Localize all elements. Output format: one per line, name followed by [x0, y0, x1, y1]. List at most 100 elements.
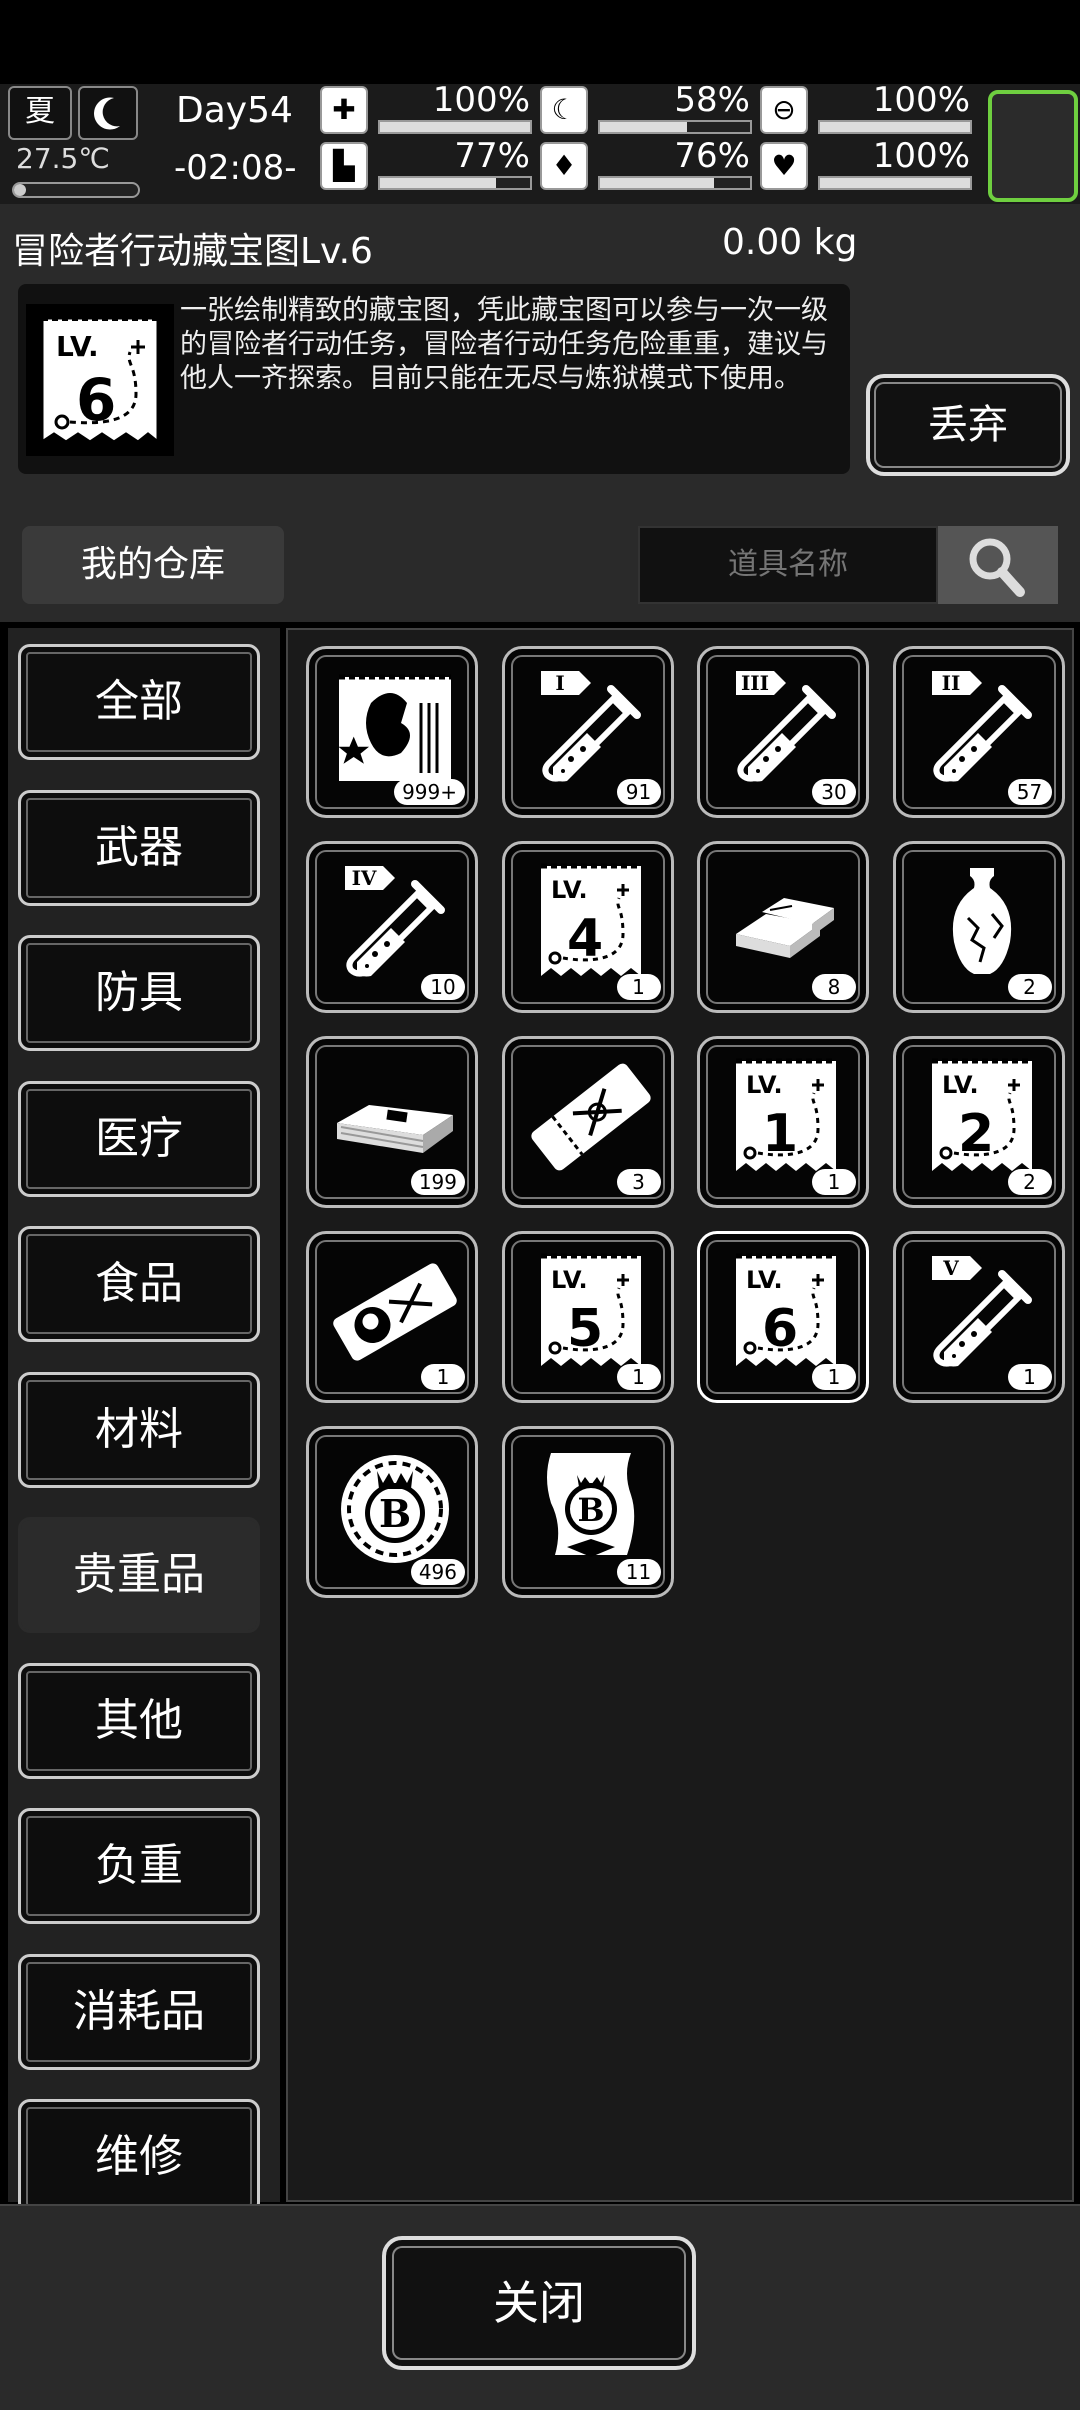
item-count-badge: 30 [812, 779, 856, 805]
item-slot[interactable]: 1 [306, 1231, 478, 1403]
item-name: 冒险者行动藏宝图Lv.6 [12, 231, 373, 272]
stat-value: 100% [432, 80, 530, 120]
category-tab[interactable]: 医疗 [18, 1080, 260, 1197]
boot-icon: ▙ [320, 142, 368, 190]
svg-text:V: V [942, 1256, 959, 1280]
svg-text:LV.: LV. [942, 1071, 979, 1099]
category-tab[interactable]: 维修 [18, 2099, 260, 2215]
item-slot[interactable]: 199 [306, 1036, 478, 1208]
category-sidebar: 全部武器防具医疗食品材料贵重品其他负重消耗品维修 [8, 628, 280, 2215]
svg-text:B: B [577, 1491, 604, 1529]
category-tab[interactable]: 负重 [18, 1808, 260, 1924]
item-slot[interactable]: LV. 4 1 [501, 841, 674, 1013]
item-slot[interactable]: II 57 [892, 646, 1065, 818]
item-slot[interactable]: IV 10 [306, 841, 478, 1013]
item-count-badge: 1 [421, 1364, 465, 1390]
svg-text:LV.: LV. [746, 1071, 783, 1099]
equipped-slot[interactable] [988, 90, 1078, 202]
category-tab[interactable]: 食品 [18, 1226, 260, 1342]
item-description: 一张绘制精致的藏宝图，凭此藏宝图可以参与一次一级的冒险者行动任务，冒险者行动任务… [180, 295, 828, 394]
item-count-badge: 1 [616, 1364, 661, 1390]
item-count-badge: 3 [616, 1169, 661, 1195]
item-count-badge: 10 [421, 974, 465, 1000]
season-indicator: 夏 [8, 86, 72, 140]
item-slot[interactable]: 2 [892, 841, 1065, 1013]
svg-text:B: B [379, 1491, 411, 1536]
svg-text:III: III [741, 671, 769, 695]
item-count-badge: 1 [616, 974, 661, 1000]
item-slot[interactable]: LV. 1 1 [697, 1036, 869, 1208]
discard-button[interactable]: 丢弃 [866, 374, 1070, 476]
item-count-badge: 496 [410, 1559, 465, 1585]
category-tab[interactable]: 全部 [18, 644, 260, 760]
my-warehouse-tab[interactable]: 我的仓库 [22, 526, 284, 604]
item-count-badge: 2 [1007, 1169, 1052, 1195]
search-input[interactable] [638, 526, 938, 604]
item-count-badge: 1 [812, 1169, 856, 1195]
item-slot[interactable]: B 496 [306, 1426, 478, 1598]
item-count-badge: 199 [410, 1169, 465, 1195]
item-count-badge: 999+ [394, 779, 465, 805]
item-grid: 999+ I 91 III 30 II 57 IV 10 LV. 4 1 8 2… [286, 628, 1074, 2202]
svg-text:LV.: LV. [746, 1266, 783, 1294]
category-tab[interactable]: 消耗品 [18, 1953, 260, 2070]
close-button[interactable]: 关闭 [382, 2236, 696, 2370]
svg-text:I: I [555, 671, 564, 695]
svg-text:LV.: LV. [551, 1266, 588, 1294]
stat-bar-fill [600, 178, 714, 188]
stat-bar-fill [600, 122, 687, 132]
item-slot[interactable]: B 11 [501, 1426, 674, 1598]
item-count-badge: 57 [1007, 779, 1052, 805]
item-slot[interactable]: 8 [697, 841, 869, 1013]
temperature-label: 27.5℃ [16, 142, 110, 175]
item-slot[interactable]: III 30 [697, 646, 869, 818]
item-count-badge: 2 [1007, 974, 1052, 1000]
svg-text:LV.: LV. [551, 876, 588, 904]
temperature-gauge [12, 182, 140, 198]
stat-bar-fill [380, 122, 530, 132]
item-slot[interactable]: LV. 6 1 [697, 1231, 869, 1403]
item-slot[interactable]: LV. 5 1 [501, 1231, 674, 1403]
stat-bar-fill [820, 178, 970, 188]
heart-icon: ♥ [760, 142, 808, 190]
stat-bar [598, 120, 752, 134]
item-count-badge: 11 [616, 1559, 661, 1585]
item-slot[interactable]: I 91 [501, 646, 674, 818]
item-count-badge: 8 [812, 974, 856, 1000]
item-slot[interactable]: V 1 [892, 1231, 1065, 1403]
item-count-badge: 91 [616, 779, 661, 805]
svg-text:LV.: LV. [56, 330, 99, 363]
stat-bar [598, 176, 752, 190]
search-icon [969, 538, 1025, 597]
stat-bar-fill [380, 178, 496, 188]
category-tab[interactable]: 材料 [18, 1371, 260, 1488]
category-tab[interactable]: 防具 [18, 935, 260, 1051]
water-drop-icon: ♦ [540, 142, 588, 190]
stat-value: 100% [872, 136, 970, 176]
stat-bar [818, 176, 972, 190]
item-slot[interactable]: LV. 2 2 [892, 1036, 1065, 1208]
category-tab[interactable]: 贵重品 [18, 1517, 260, 1633]
stat-bar-fill [820, 122, 970, 132]
medkit-icon: ✚ [320, 86, 368, 134]
svg-text:II: II [941, 671, 960, 695]
stat-bar [378, 176, 532, 190]
search-button[interactable] [938, 526, 1058, 604]
stat-value: 77% [454, 136, 530, 176]
moon-icon [78, 86, 138, 140]
svg-text:IV: IV [352, 866, 377, 890]
item-slot[interactable]: 3 [501, 1036, 674, 1208]
stat-value: 100% [872, 80, 970, 120]
pill-icon: ⊖ [760, 86, 808, 134]
category-tab[interactable]: 其他 [18, 1662, 260, 1779]
stomach-icon: ☾ [540, 86, 588, 134]
category-tab[interactable]: 武器 [18, 789, 260, 906]
game-time: -02:08- [174, 148, 297, 188]
stat-value: 76% [674, 136, 750, 176]
stat-bar [818, 120, 972, 134]
item-slot[interactable]: 999+ [306, 646, 478, 818]
day-counter: Day54 [176, 90, 293, 131]
item-count-badge: 1 [812, 1364, 856, 1390]
item-weight: 0.00 kg [722, 222, 858, 263]
stat-bar [378, 120, 532, 134]
